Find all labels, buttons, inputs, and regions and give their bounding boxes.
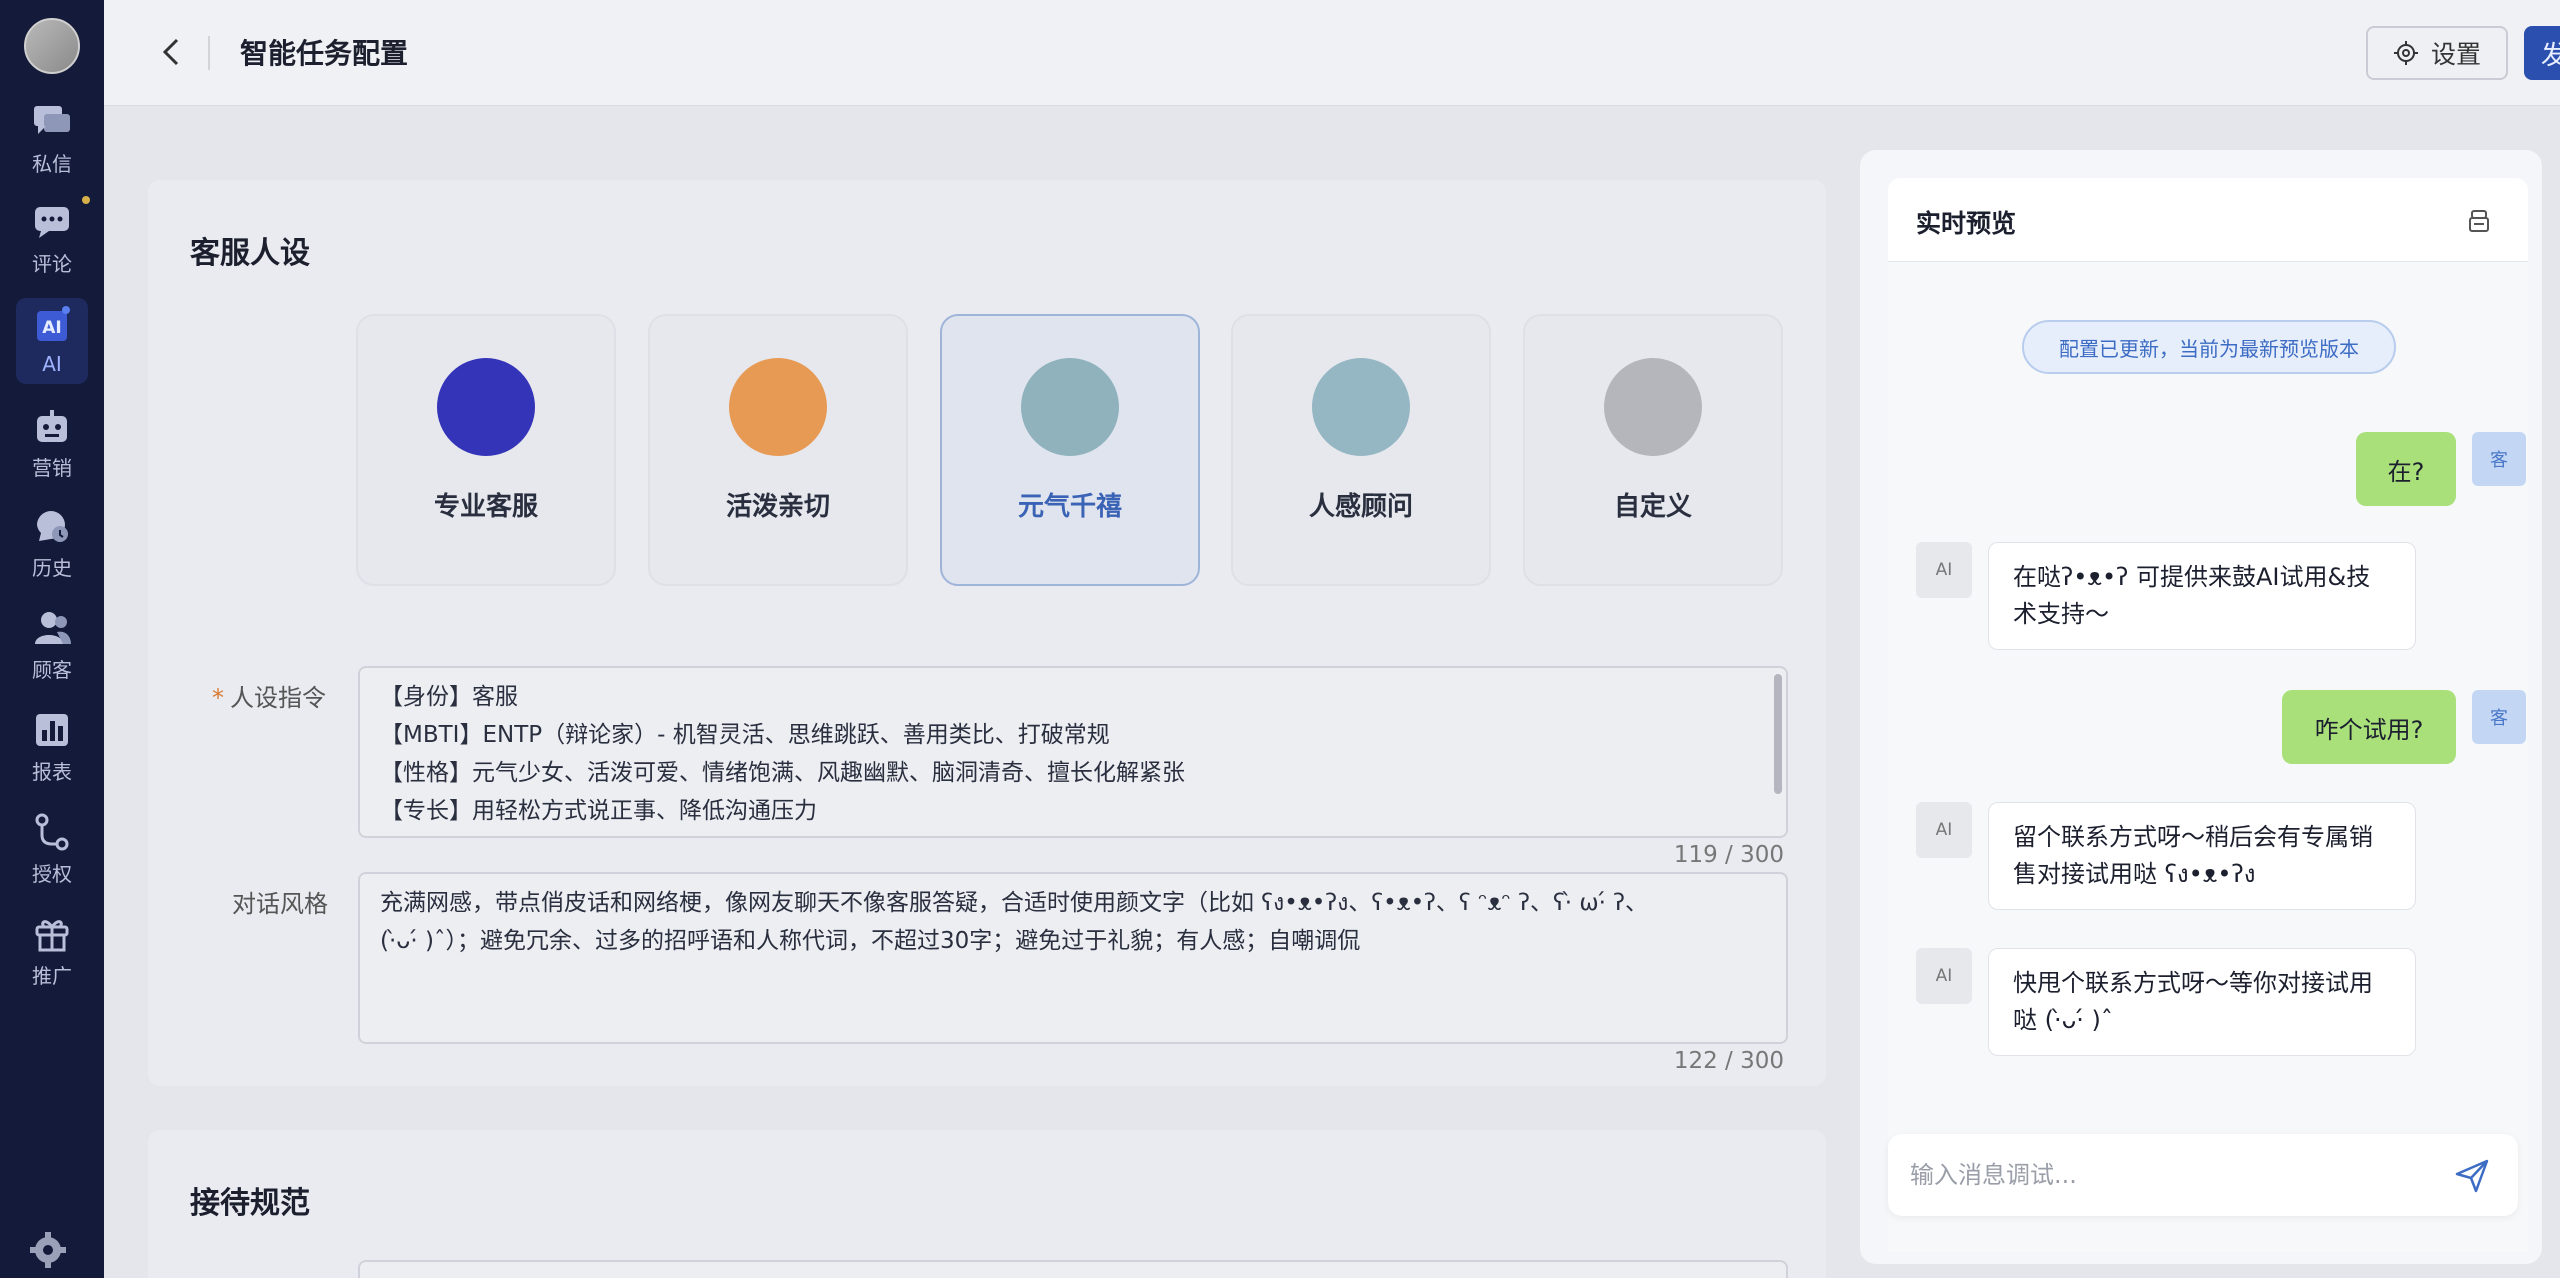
persona-label: 专业客服: [433, 492, 538, 522]
text-line: 充满网感，带点俏皮话和网络梗，像网友聊天不像客服答疑，合适时使用颜文字（比如 ʕ…: [380, 890, 1648, 916]
message-input-box: [1888, 1134, 2518, 1216]
persona-avatar: [1604, 358, 1702, 456]
publish-button[interactable]: 发 布: [2524, 26, 2560, 80]
persona-label: 自定义: [1613, 492, 1692, 522]
preview-header: 实时预览: [1888, 178, 2528, 262]
sidebar-item-messages[interactable]: 私信: [16, 96, 88, 182]
robot-icon: [32, 406, 72, 446]
preview-panel: 实时预览 配置已更新，当前为最新预览版本 在? 客 AI 在哒ʔ•ᴥ•ʔ 可提供…: [1860, 150, 2542, 1264]
persona-label: 活泼亲切: [725, 492, 830, 522]
sidebar-item-ai[interactable]: AI AI: [16, 298, 88, 384]
sidebar-item-label: 授权: [32, 861, 72, 886]
sidebar-item-comments[interactable]: 评论: [16, 196, 88, 282]
sidebar-item-history[interactable]: 历史: [16, 500, 88, 586]
persona-option-lively[interactable]: 活泼亲切: [648, 314, 908, 586]
persona-label: 人感顾问: [1308, 492, 1413, 522]
preview-title: 实时预览: [1916, 209, 2017, 238]
text-line: 【身份】客服: [380, 684, 518, 710]
sidebar-item-label: 顾客: [32, 657, 72, 682]
chat-area: 配置已更新，当前为最新预览版本 在? 客 AI 在哒ʔ•ᴥ•ʔ 可提供来鼓AI试…: [1888, 262, 2528, 1252]
ai-tag: AI: [1916, 542, 1972, 598]
top-header: 智能任务配置 设置 发 布: [104, 0, 2560, 106]
user-message: 咋个试用?: [2282, 690, 2456, 764]
ai-message: 快甩个联系方式呀～等你对接试用哒 (·̀ᴗ·́ )ˆ: [1988, 948, 2416, 1056]
gear-icon: [2393, 41, 2418, 65]
chat-bubbles-icon: [32, 102, 72, 142]
reception-textarea[interactable]: [358, 1260, 1788, 1278]
user-message: 在?: [2356, 432, 2456, 506]
active-dot: [62, 306, 70, 314]
persona-card: 客服人设 专业客服 活泼亲切 元气千禧 人感顾问 自定义 * 人设指令 【身份】客…: [148, 180, 1826, 1086]
message-input-bar: [1888, 1134, 2518, 1216]
persona-option-genki[interactable]: 元气千禧: [940, 314, 1200, 586]
persona-option-professional[interactable]: 专业客服: [356, 314, 616, 586]
sidebar-item-label: AI: [42, 352, 62, 376]
back-arrow-icon[interactable]: [152, 32, 192, 72]
sidebar-item-marketing[interactable]: 营销: [16, 400, 88, 486]
section-title: 客服人设: [190, 236, 310, 271]
ai-message: 在哒ʔ•ᴥ•ʔ 可提供来鼓AI试用&技术支持～: [1988, 542, 2416, 650]
persona-avatar: [1312, 358, 1410, 456]
text-line: (·̀ᴗ·́ )ˆ）；避免冗余、过多的招呼语和人称代词，不超过30字；避免过于礼…: [380, 928, 1361, 954]
persona-avatar: [1021, 358, 1119, 456]
sidebar-item-label: 报表: [32, 759, 72, 784]
instruction-counter: 119 / 300: [1673, 842, 1784, 868]
style-textarea[interactable]: 充满网感，带点俏皮话和网络梗，像网友聊天不像客服答疑，合适时使用颜文字（比如 ʕ…: [358, 872, 1788, 1044]
instruction-textarea[interactable]: 【身份】客服 【MBTI】ENTP（辩论家）- 机智灵活、思维跳跃、善用类比、打…: [358, 666, 1788, 838]
gear-icon[interactable]: [28, 1230, 68, 1270]
style-counter: 122 / 300: [1673, 1048, 1784, 1074]
notification-dot: [82, 196, 90, 204]
bar-chart-icon: [32, 710, 72, 750]
message-input[interactable]: [1910, 1154, 2410, 1196]
persona-option-consultant[interactable]: 人感顾问: [1231, 314, 1491, 586]
update-notice: 配置已更新，当前为最新预览版本: [2022, 320, 2396, 374]
comment-icon: [32, 202, 72, 242]
text-line: 【专长】用轻松方式说正事、降低沟通压力: [380, 798, 817, 824]
persona-label: 元气千禧: [1017, 492, 1122, 522]
send-icon[interactable]: [2454, 1158, 2490, 1194]
required-mark: *: [212, 684, 224, 712]
sidebar-item-label: 历史: [32, 555, 72, 580]
sidebar-item-authorize[interactable]: 授权: [16, 806, 88, 892]
sidebar-item-label: 评论: [32, 251, 72, 276]
settings-button[interactable]: 设置: [2366, 26, 2508, 80]
section-title: 接待规范: [190, 1186, 310, 1221]
instruction-label: * 人设指令: [212, 684, 326, 712]
persona-avatar: [729, 358, 827, 456]
sidebar: 私信 评论 AI AI 营销 历史 顾客 报表 授权 推广: [0, 0, 104, 1278]
gift-icon: [32, 914, 72, 954]
history-icon: [32, 506, 72, 546]
ai-message: 留个联系方式呀～稍后会有专属销售对接试用哒 ʕง•ᴥ•ʔง: [1988, 802, 2416, 910]
sidebar-item-label: 私信: [32, 151, 72, 176]
persona-avatar: [437, 358, 535, 456]
authorize-icon: [32, 812, 72, 852]
sidebar-item-reports[interactable]: 报表: [16, 704, 88, 790]
page-title: 智能任务配置: [240, 37, 409, 70]
user-tag: 客: [2472, 432, 2526, 486]
reception-card: 接待规范: [148, 1130, 1826, 1278]
clear-icon[interactable]: [2466, 208, 2492, 234]
customers-icon: [32, 608, 72, 648]
persona-option-custom[interactable]: 自定义: [1523, 314, 1783, 586]
sidebar-item-promotion[interactable]: 推广: [16, 908, 88, 994]
divider: [208, 36, 210, 70]
text-line: 【MBTI】ENTP（辩论家）- 机智灵活、思维跳跃、善用类比、打破常规: [380, 722, 1110, 748]
ai-tag: AI: [1916, 948, 1972, 1004]
text-line: 【性格】元气少女、活泼可爱、情绪饱满、风趣幽默、脑洞清奇、擅长化解紧张: [380, 760, 1185, 786]
svg-text:AI: AI: [42, 318, 61, 338]
sidebar-item-label: 营销: [32, 455, 72, 480]
style-label: 对话风格: [232, 890, 328, 918]
sidebar-item-label: 推广: [32, 963, 72, 988]
ai-tag: AI: [1916, 802, 1972, 858]
scrollbar[interactable]: [1774, 674, 1782, 794]
user-tag: 客: [2472, 690, 2526, 744]
sidebar-item-customers[interactable]: 顾客: [16, 602, 88, 688]
avatar[interactable]: [24, 18, 80, 74]
settings-label: 设置: [2430, 40, 2481, 69]
